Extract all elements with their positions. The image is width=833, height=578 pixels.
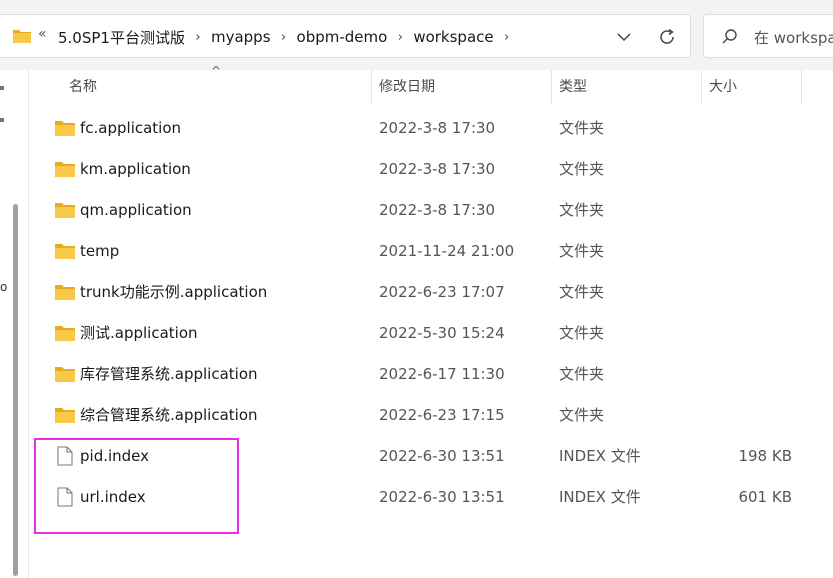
sort-ascending-icon: ^ — [211, 64, 222, 78]
folder-icon — [55, 203, 75, 218]
scrollbar[interactable] — [13, 204, 18, 576]
folder-icon — [55, 162, 75, 177]
nav-item-label[interactable]: o — [0, 280, 7, 294]
column-header-size[interactable]: 大小 — [709, 70, 737, 104]
file-name: fc.application — [80, 119, 182, 137]
file-type: 文件夹 — [559, 406, 605, 424]
column-header-type[interactable]: 类型 — [559, 70, 587, 104]
chevron-down-icon[interactable] — [614, 27, 634, 47]
file-name: 测试.application — [80, 324, 198, 342]
table-row[interactable]: fc.application 2022-3-8 17:30 文件夹 — [30, 108, 833, 149]
pane-divider[interactable] — [28, 70, 29, 578]
breadcrumb-overflow-button[interactable]: « — [38, 26, 47, 42]
file-date: 2022-6-30 13:51 — [379, 488, 505, 506]
chevron-right-icon[interactable]: › — [186, 30, 210, 45]
file-date: 2022-6-17 11:30 — [379, 365, 505, 383]
column-header-name[interactable]: 名称 — [69, 70, 97, 104]
file-type: 文件夹 — [559, 365, 605, 383]
search-input[interactable]: 在 workspace — [703, 14, 833, 58]
file-size — [670, 190, 792, 231]
column-divider[interactable] — [701, 70, 702, 104]
table-row[interactable]: trunk功能示例.application 2022-6-23 17:07 文件夹 — [30, 272, 833, 313]
file-name: km.application — [80, 160, 191, 178]
folder-icon — [55, 285, 75, 300]
file-date: 2022-5-30 15:24 — [379, 324, 505, 342]
folder-icon — [55, 326, 75, 341]
chevron-right-icon[interactable]: › — [388, 30, 412, 45]
nav-expand-marker[interactable] — [0, 86, 4, 90]
file-date: 2022-6-23 17:15 — [379, 406, 505, 424]
file-date: 2022-3-8 17:30 — [379, 201, 496, 219]
file-type: INDEX 文件 — [559, 447, 641, 465]
breadcrumb-item[interactable]: myapps — [210, 28, 272, 46]
table-row[interactable]: pid.index 2022-6-30 13:51 INDEX 文件 198 KB — [30, 436, 833, 477]
refresh-icon[interactable] — [656, 26, 678, 48]
file-name: 综合管理系统.application — [80, 406, 258, 424]
file-size — [670, 313, 792, 354]
breadcrumb-item[interactable]: obpm-demo — [296, 28, 389, 46]
file-size — [670, 149, 792, 190]
file-icon — [57, 446, 73, 466]
file-size — [670, 108, 792, 149]
breadcrumb-item[interactable]: 5.0SP1平台测试版 — [57, 27, 186, 48]
file-type: 文件夹 — [559, 201, 605, 219]
column-divider[interactable] — [371, 70, 372, 104]
file-icon — [57, 487, 73, 507]
file-type: 文件夹 — [559, 119, 605, 137]
file-date: 2022-6-30 13:51 — [379, 447, 505, 465]
file-size — [670, 354, 792, 395]
chevron-right-icon[interactable]: › — [272, 30, 296, 45]
file-name: temp — [80, 242, 120, 260]
file-size: 601 KB — [738, 488, 792, 506]
table-row[interactable]: km.application 2022-3-8 17:30 文件夹 — [30, 149, 833, 190]
file-date: 2022-6-23 17:07 — [379, 283, 505, 301]
file-type: INDEX 文件 — [559, 488, 641, 506]
table-row[interactable]: 库存管理系统.application 2022-6-17 11:30 文件夹 — [30, 354, 833, 395]
file-name: qm.application — [80, 201, 192, 219]
column-divider[interactable] — [551, 70, 552, 104]
table-row[interactable]: qm.application 2022-3-8 17:30 文件夹 — [30, 190, 833, 231]
nav-expand-marker[interactable] — [0, 118, 4, 122]
folder-icon — [55, 121, 75, 136]
file-date: 2021-11-24 21:00 — [379, 242, 515, 260]
file-date: 2022-3-8 17:30 — [379, 160, 496, 178]
breadcrumb: 5.0SP1平台测试版 › myapps › obpm-demo › works… — [57, 15, 519, 59]
table-row[interactable]: temp 2021-11-24 21:00 文件夹 — [30, 231, 833, 272]
file-name: 库存管理系统.application — [80, 365, 258, 383]
folder-icon — [55, 244, 75, 259]
file-type: 文件夹 — [559, 160, 605, 178]
file-size — [670, 272, 792, 313]
search-placeholder: 在 workspace — [754, 29, 833, 47]
toolbar: « 5.0SP1平台测试版 › myapps › obpm-demo › wor… — [0, 0, 833, 70]
table-row[interactable]: 综合管理系统.application 2022-6-23 17:15 文件夹 — [30, 395, 833, 436]
file-size — [670, 395, 792, 436]
breadcrumb-item[interactable]: workspace — [412, 28, 494, 46]
column-divider[interactable] — [801, 70, 802, 104]
file-type: 文件夹 — [559, 324, 605, 342]
table-row[interactable]: 测试.application 2022-5-30 15:24 文件夹 — [30, 313, 833, 354]
table-row[interactable]: url.index 2022-6-30 13:51 INDEX 文件 601 KB — [30, 477, 833, 518]
file-type: 文件夹 — [559, 242, 605, 260]
column-header-date[interactable]: 修改日期 — [379, 70, 435, 104]
column-header: 名称 ^ 修改日期 类型 大小 — [30, 64, 833, 104]
file-size — [670, 231, 792, 272]
file-type: 文件夹 — [559, 283, 605, 301]
search-icon — [722, 29, 737, 44]
address-bar[interactable]: « 5.0SP1平台测试版 › myapps › obpm-demo › wor… — [0, 14, 691, 58]
folder-icon — [13, 30, 31, 43]
folder-icon — [55, 367, 75, 382]
file-date: 2022-3-8 17:30 — [379, 119, 496, 137]
folder-icon — [55, 408, 75, 423]
file-name: trunk功能示例.application — [80, 283, 268, 301]
file-name: url.index — [80, 488, 146, 506]
file-size: 198 KB — [738, 447, 792, 465]
chevron-right-icon[interactable]: › — [495, 30, 519, 45]
file-name: pid.index — [80, 447, 150, 465]
